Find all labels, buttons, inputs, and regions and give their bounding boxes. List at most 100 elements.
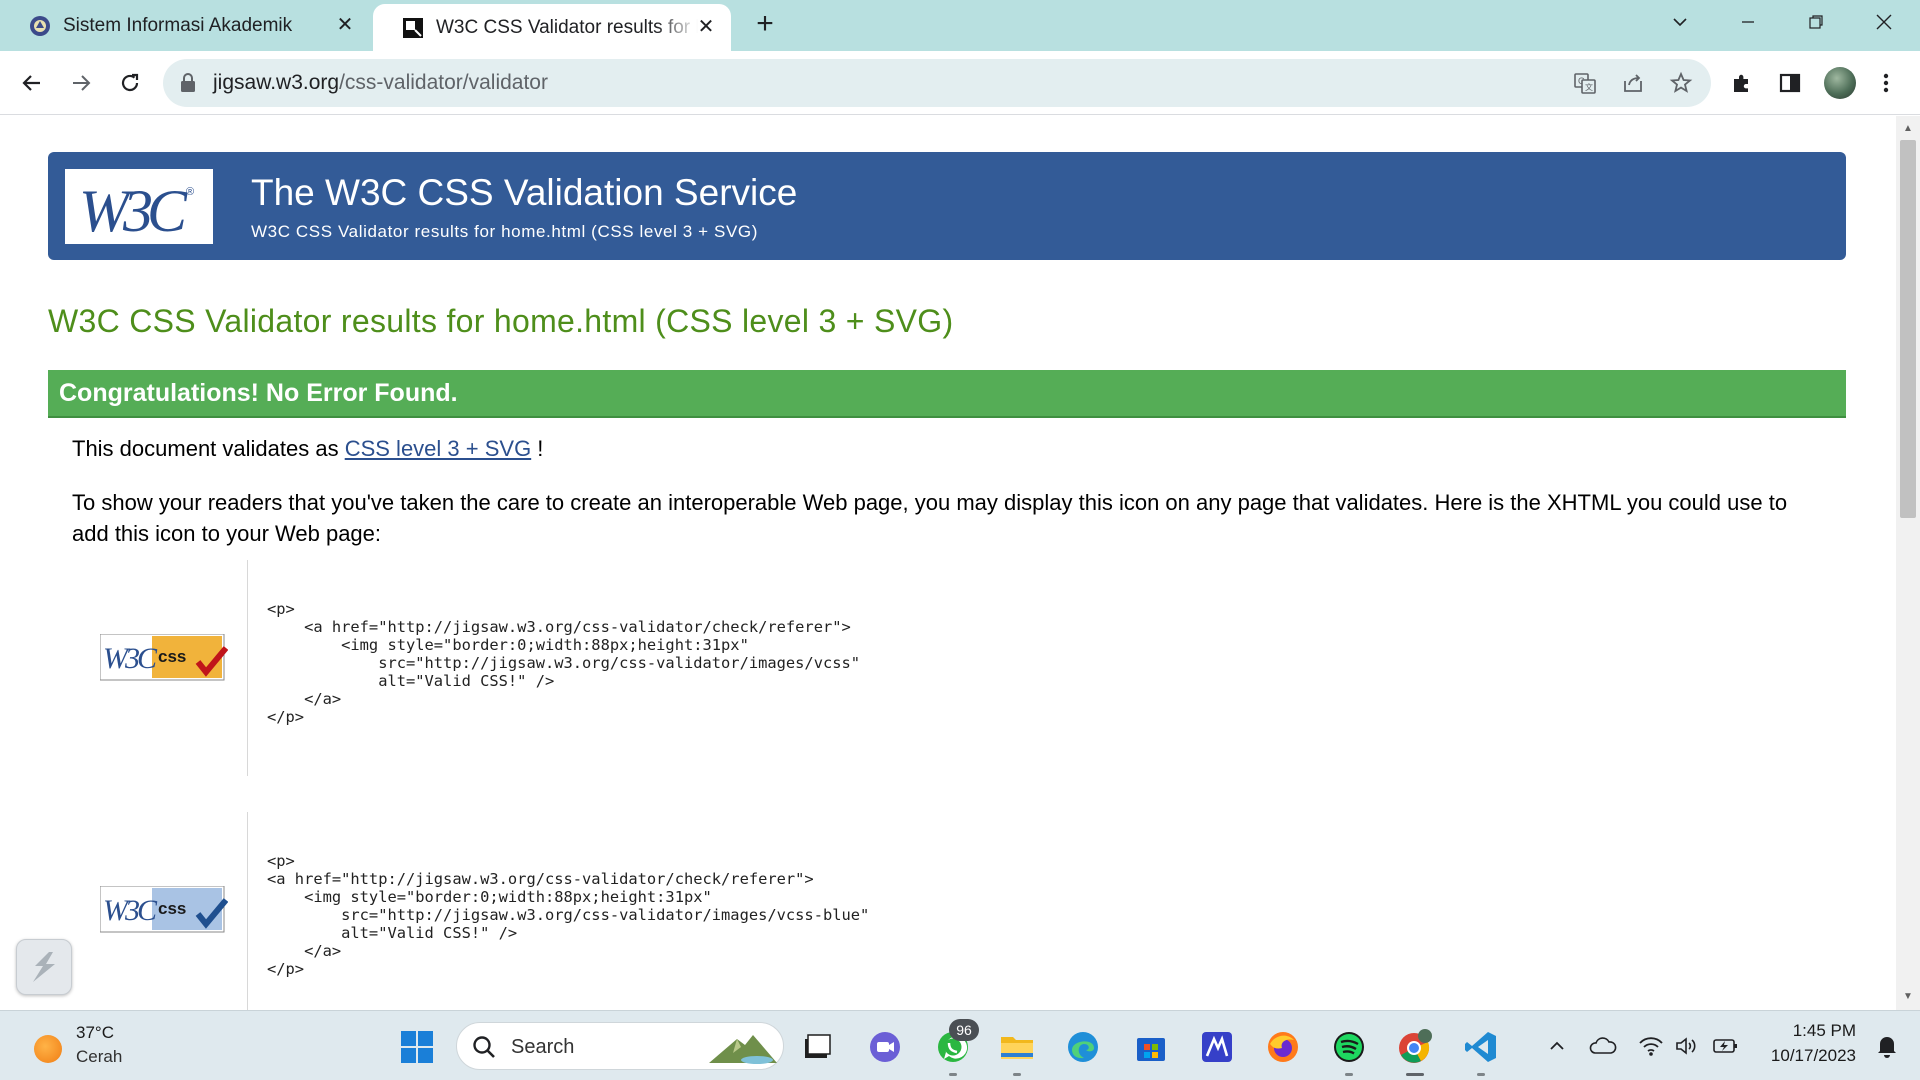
validates-prefix: This document validates as xyxy=(72,436,345,461)
success-message: Congratulations! No Error Found. xyxy=(59,379,458,407)
edge-button[interactable] xyxy=(1064,1028,1102,1066)
tab-close-icon[interactable]: ✕ xyxy=(334,14,356,36)
show-hidden-icons-chevron-up-icon[interactable] xyxy=(1542,1031,1572,1061)
lightning-slash-icon xyxy=(33,952,55,982)
extensions-puzzle-icon[interactable] xyxy=(1728,69,1756,97)
more-menu-icon[interactable] xyxy=(1872,69,1900,97)
windows-taskbar: 37°C Cerah Search 96 1:45 PM 10/17/2023 xyxy=(0,1010,1920,1080)
reload-button[interactable] xyxy=(112,65,148,101)
chrome-button[interactable] xyxy=(1396,1028,1434,1076)
firefox-icon xyxy=(1268,1032,1298,1062)
tab-title: W3C CSS Validator results for home.html xyxy=(436,16,698,38)
tab-search-button[interactable] xyxy=(1652,0,1708,44)
edge-browser-icon xyxy=(1068,1032,1098,1062)
tab-title: Sistem Informasi Akademik xyxy=(63,14,293,36)
banner-subtitle: W3C CSS Validator results for home.html … xyxy=(251,222,758,241)
badge-code-snippet[interactable]: <p> <a href="http://jigsaw.w3.org/css-va… xyxy=(267,852,869,978)
scroll-up-arrow-icon[interactable]: ▲ xyxy=(1896,118,1920,138)
share-icon[interactable] xyxy=(1620,70,1646,96)
onedrive-cloud-icon[interactable] xyxy=(1588,1031,1618,1061)
valid-css-blue-badge-image[interactable]: W3C css xyxy=(99,885,229,934)
new-tab-button[interactable]: + xyxy=(749,9,781,41)
search-icon xyxy=(471,1034,497,1065)
minimize-icon xyxy=(1742,21,1754,23)
tab-w3c-validator[interactable]: W3C CSS Validator results for home.html … xyxy=(373,4,731,51)
validates-paragraph: This document validates as CSS level 3 +… xyxy=(72,433,543,464)
back-button[interactable] xyxy=(14,65,50,101)
task-view-button[interactable] xyxy=(798,1028,836,1066)
badge-row: W3C css <p> <a href="http://jigsaw.w3.or… xyxy=(72,560,1772,776)
side-panel-icon[interactable] xyxy=(1776,69,1804,97)
svg-text:®: ® xyxy=(186,186,194,198)
url-host: jigsaw.w3.org xyxy=(213,71,340,94)
url-text[interactable]: jigsaw.w3.org/css-validator/validator xyxy=(213,71,548,95)
scrollbar-thumb[interactable] xyxy=(1900,140,1916,518)
lock-icon[interactable] xyxy=(179,72,197,99)
start-button[interactable] xyxy=(398,1028,436,1066)
svg-text:W3C: W3C xyxy=(103,894,158,927)
page-title: W3C CSS Validator results for home.html … xyxy=(48,303,954,339)
svg-text:W3C: W3C xyxy=(103,642,158,675)
clock-time[interactable]: 1:45 PM xyxy=(1793,1021,1856,1041)
browser-toolbar: jigsaw.w3.org/css-validator/validator G文 xyxy=(0,51,1920,115)
search-placeholder: Search xyxy=(511,1036,575,1058)
spotify-icon xyxy=(1334,1032,1364,1062)
weather-description[interactable]: Cerah xyxy=(76,1047,122,1067)
bookmark-star-icon[interactable] xyxy=(1668,70,1694,96)
volume-icon[interactable] xyxy=(1672,1031,1702,1061)
svg-text:css: css xyxy=(158,899,186,918)
university-seal-icon xyxy=(29,15,51,37)
svg-text:css: css xyxy=(158,647,186,666)
forward-arrow-icon xyxy=(73,75,91,91)
tab-close-icon[interactable]: ✕ xyxy=(695,16,717,38)
badge-code-snippet[interactable]: <p> <a href="http://jigsaw.w3.org/css-va… xyxy=(267,600,860,726)
firefox-button[interactable] xyxy=(1264,1028,1302,1066)
search-highlight-illustration xyxy=(707,1027,779,1067)
teams-chat-button[interactable] xyxy=(866,1028,904,1066)
tab-strip: Sistem Informasi Akademik ✕ W3C CSS Vali… xyxy=(0,0,1920,51)
minimize-button[interactable] xyxy=(1720,0,1776,44)
running-indicator xyxy=(1013,1073,1021,1076)
running-indicator xyxy=(1406,1073,1424,1076)
clock-date[interactable]: 10/17/2023 xyxy=(1771,1046,1856,1066)
close-window-button[interactable] xyxy=(1856,0,1912,44)
vscode-icon xyxy=(1465,1032,1496,1062)
vscode-button[interactable] xyxy=(1462,1028,1500,1076)
windows-logo-icon xyxy=(401,1031,433,1063)
forward-button[interactable] xyxy=(63,65,99,101)
running-indicator xyxy=(1345,1073,1353,1076)
address-bar[interactable]: jigsaw.w3.org/css-validator/validator G文 xyxy=(163,59,1711,107)
chevron-down-icon xyxy=(1673,18,1687,27)
floating-shortcut-button[interactable] xyxy=(16,939,72,995)
w3c-favicon-icon xyxy=(402,17,424,39)
battery-charging-icon[interactable] xyxy=(1710,1031,1740,1061)
profile-avatar[interactable] xyxy=(1824,67,1856,99)
tab-sistem-informasi[interactable]: Sistem Informasi Akademik ✕ xyxy=(0,0,370,51)
w3c-logo[interactable]: W3C ® xyxy=(65,169,213,244)
store-bag-icon xyxy=(1137,1038,1165,1061)
spotify-button[interactable] xyxy=(1330,1028,1368,1076)
file-explorer-button[interactable] xyxy=(998,1028,1036,1076)
microsoft-store-button[interactable] xyxy=(1132,1028,1170,1066)
writing-app-button[interactable] xyxy=(1198,1028,1236,1066)
task-view-icon xyxy=(805,1034,831,1058)
weather-sun-icon[interactable] xyxy=(34,1035,62,1063)
restore-button[interactable] xyxy=(1788,0,1844,44)
weather-temperature[interactable]: 37°C xyxy=(76,1023,114,1043)
whatsapp-unread-badge: 96 xyxy=(949,1019,979,1041)
running-indicator xyxy=(1477,1073,1485,1076)
teams-chat-icon xyxy=(870,1032,900,1062)
scroll-down-arrow-icon[interactable]: ▼ xyxy=(1896,986,1920,1006)
css-profile-link[interactable]: CSS level 3 + SVG xyxy=(345,436,531,461)
pen-app-icon xyxy=(1202,1032,1232,1062)
wifi-icon[interactable] xyxy=(1636,1031,1666,1061)
notification-bell-icon[interactable] xyxy=(1874,1033,1900,1059)
valid-css-badge-image[interactable]: W3C css xyxy=(99,633,229,682)
close-icon xyxy=(1876,14,1892,30)
translate-icon[interactable]: G文 xyxy=(1572,70,1598,96)
svg-text:W3C: W3C xyxy=(79,178,188,239)
restore-icon xyxy=(1809,15,1823,29)
svg-text:文: 文 xyxy=(1585,82,1593,92)
taskbar-search[interactable]: Search xyxy=(456,1022,784,1070)
success-banner: Congratulations! No Error Found. xyxy=(48,370,1846,418)
